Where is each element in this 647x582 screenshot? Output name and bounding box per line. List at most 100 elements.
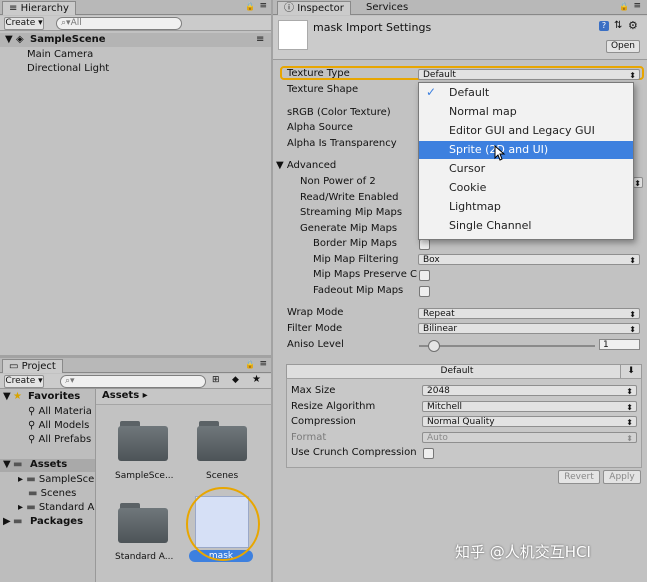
menu-item-lightmap[interactable]: Lightmap (419, 198, 633, 216)
menu-icon[interactable]: ≡ (633, 1, 641, 11)
star-icon[interactable]: ★ (252, 374, 261, 385)
unity-scene-icon: ◈ (16, 34, 24, 45)
search-icon: ⌕▾ (61, 18, 71, 28)
lock-icon[interactable]: 🔒 (619, 2, 629, 11)
expand-arrow-icon[interactable]: ▶ (3, 516, 11, 528)
folder-standard-assets[interactable] (118, 503, 168, 543)
folder-samplescenes[interactable] (118, 421, 168, 461)
search-input[interactable]: ⌕▾All (56, 17, 182, 30)
dropdown-arrow-icon: ⬍ (629, 310, 636, 319)
search-icon: ⌕▾ (65, 376, 75, 386)
texture-preview-thumbnail (278, 20, 308, 50)
menu-icon[interactable]: ≡ (259, 359, 267, 369)
tab-hierarchy[interactable]: ≡ Hierarchy (2, 1, 76, 15)
menu-item-cursor[interactable]: Cursor (419, 160, 633, 178)
menu-item-cookie[interactable]: Cookie (419, 179, 633, 197)
favorite-item-materials[interactable]: ⚲ All Materia (28, 406, 92, 418)
tree-folder-standard-assets[interactable]: ▸ ▬ Standard A (18, 502, 94, 514)
wrap-mode-label: Wrap Mode (287, 307, 344, 318)
menu-item-editor-gui[interactable]: Editor GUI and Legacy GUI (419, 122, 633, 140)
menu-item-single-channel[interactable]: Single Channel (419, 217, 633, 235)
expand-arrow-icon[interactable]: ▼ (3, 391, 11, 403)
texture-type-dropdown[interactable]: Default ⬍ (418, 69, 640, 80)
favorites-row[interactable]: ▼ ★ Favorites (0, 391, 95, 404)
search-input[interactable]: ⌕▾ (60, 375, 206, 388)
project-panel: ▭ Project 🔒 ≡ Create ▾ ⌕▾ ⊞ ◆ ★ ▼ ★ Favo… (0, 358, 271, 582)
open-button[interactable]: Open (606, 40, 640, 53)
aniso-level-slider-thumb[interactable] (428, 340, 440, 352)
lock-icon[interactable]: 🔒 (245, 2, 255, 11)
folder-icon: ▭ (9, 361, 22, 372)
platform-download-icon[interactable]: ⬇ (620, 364, 642, 379)
aniso-level-slider[interactable] (419, 345, 595, 347)
favorite-item-prefabs[interactable]: ⚲ All Prefabs (28, 434, 91, 446)
inspector-tabbar: ⓘ Inspector Services 🔒 ≡ (273, 0, 647, 15)
menu-item-default[interactable]: Default (419, 84, 633, 102)
dropdown-arrow-icon: ⬍ (626, 387, 633, 396)
watermark: 知乎 @人机交互HCI (455, 543, 591, 561)
alpha-is-transparency-label: Alpha Is Transparency (287, 138, 397, 149)
revert-button[interactable]: Revert (558, 470, 600, 484)
menu-item-sprite[interactable]: Sprite (2D and UI) (419, 141, 633, 159)
tab-services[interactable]: Services (360, 1, 414, 14)
folder-scenes[interactable] (197, 421, 247, 461)
aniso-level-field[interactable]: 1 (599, 339, 640, 350)
gear-icon[interactable]: ⚙ (628, 19, 638, 32)
border-mip-maps-checkbox[interactable] (419, 239, 430, 250)
mip-maps-preserve-checkbox[interactable] (419, 270, 430, 281)
aniso-level-label: Aniso Level (287, 339, 344, 350)
tree-folder-samplescenes[interactable]: ▸ ▬ SampleSce (18, 474, 94, 486)
menu-icon[interactable]: ≡ (259, 1, 267, 11)
create-button[interactable]: Create ▾ (4, 375, 44, 388)
fadeout-mip-maps-checkbox[interactable] (419, 286, 430, 297)
use-crunch-checkbox[interactable] (423, 448, 434, 459)
packages-row[interactable]: ▶ ▬ Packages (0, 516, 95, 529)
tab-project[interactable]: ▭ Project (2, 359, 63, 373)
folder-icon: ▬ (28, 488, 38, 499)
max-size-dropdown[interactable]: 2048 ⬍ (422, 385, 637, 396)
inspector-header: mask Import Settings ? ⇅ ⚙ Open (273, 16, 647, 60)
read-write-label: Read/Write Enabled (300, 192, 399, 203)
filter-type-icon[interactable]: ⊞ (212, 375, 220, 385)
breadcrumb-assets[interactable]: Assets ▸ (102, 390, 148, 402)
menu-item-normal-map[interactable]: Normal map (419, 103, 633, 121)
hierarchy-item-directional-light[interactable]: Directional Light (27, 63, 109, 75)
help-icon[interactable]: ? (599, 21, 609, 31)
search-icon: ⚲ (28, 420, 36, 431)
tab-inspector[interactable]: ⓘ Inspector (277, 1, 351, 15)
compression-dropdown[interactable]: Normal Quality ⬍ (422, 416, 637, 427)
mip-maps-preserve-label: Mip Maps Preserve C (313, 269, 417, 280)
alpha-source-label: Alpha Source (287, 122, 353, 133)
search-icon: ⚲ (28, 406, 36, 417)
project-tabbar: ▭ Project 🔒 ≡ (0, 358, 271, 373)
format-dropdown: Auto ⬍ (422, 432, 637, 443)
dropdown-arrow-icon: ⬍ (634, 179, 641, 188)
border-mip-maps-label: Border Mip Maps (313, 238, 397, 249)
non-power-of-2-dropdown[interactable]: ⬍ (633, 177, 643, 188)
filter-label-icon[interactable]: ◆ (232, 375, 239, 385)
assets-row[interactable]: ▼ ▬ Assets (0, 459, 95, 472)
advanced-foldout[interactable]: ▼ Advanced (276, 160, 336, 172)
expand-arrow-icon[interactable]: ▼ (3, 459, 11, 471)
create-button[interactable]: Create ▾ (4, 17, 44, 30)
fadeout-mip-maps-label: Fadeout Mip Maps (313, 285, 404, 296)
dropdown-arrow-icon: ⬍ (626, 403, 633, 412)
non-power-of-2-label: Non Power of 2 (300, 176, 376, 187)
lock-icon[interactable]: 🔒 (245, 360, 255, 369)
info-icon: ⓘ (284, 3, 298, 14)
apply-button[interactable]: Apply (603, 470, 641, 484)
max-size-label: Max Size (291, 385, 336, 396)
tree-folder-scenes[interactable]: ▬ Scenes (28, 488, 76, 500)
resize-algorithm-dropdown[interactable]: Mitchell ⬍ (422, 401, 637, 412)
favorite-item-models[interactable]: ⚲ All Models (28, 420, 89, 432)
mip-map-filtering-dropdown[interactable]: Box ⬍ (418, 254, 640, 265)
folder-icon: ▬ (13, 516, 23, 527)
hierarchy-item-main-camera[interactable]: Main Camera (27, 49, 93, 61)
preset-icon[interactable]: ⇅ (614, 20, 622, 31)
scene-menu-icon[interactable]: ≡ (256, 34, 264, 46)
filter-mode-dropdown[interactable]: Bilinear ⬍ (418, 323, 640, 334)
expand-arrow-icon[interactable]: ▼ (5, 34, 13, 46)
wrap-mode-dropdown[interactable]: Repeat ⬍ (418, 308, 640, 319)
platform-tab-default[interactable]: Default (286, 364, 628, 379)
scene-row[interactable]: ▼ ◈ SampleScene ≡ (0, 33, 271, 47)
